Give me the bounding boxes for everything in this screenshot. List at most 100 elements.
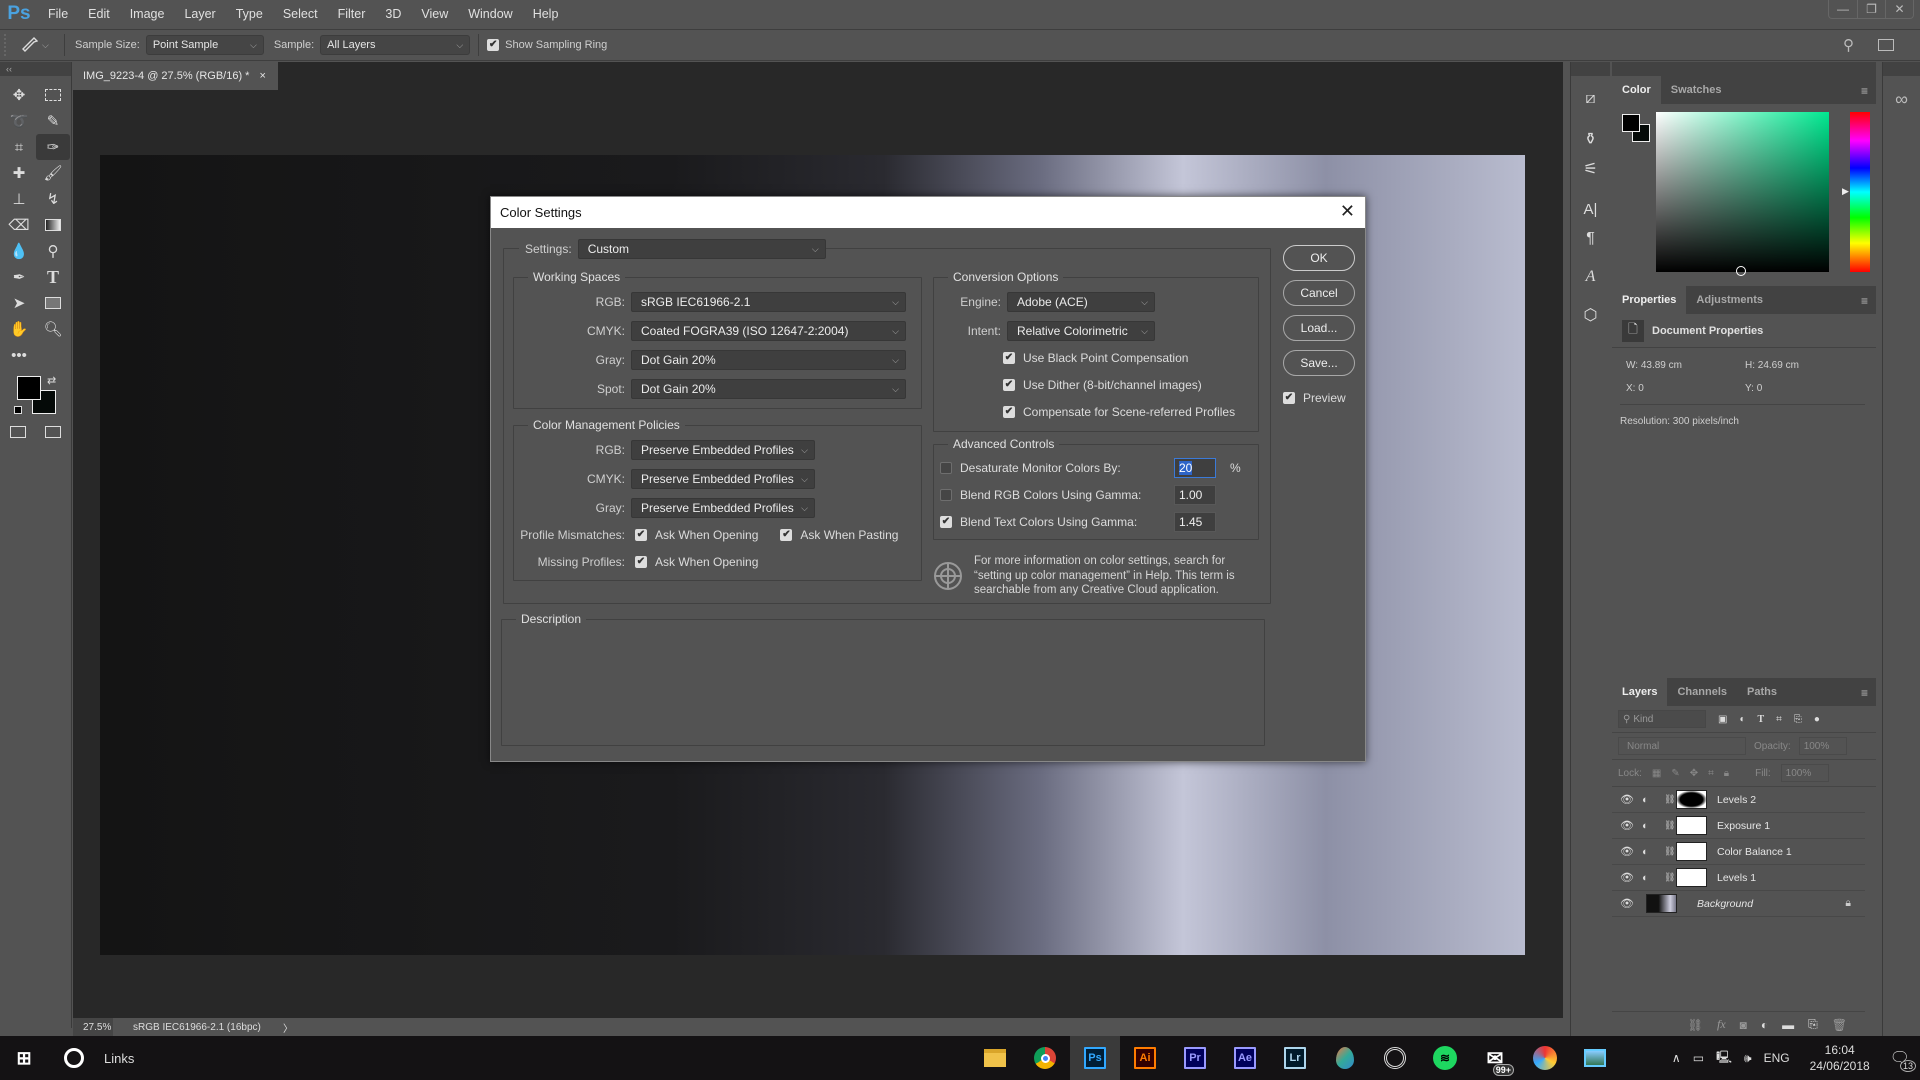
- brush-settings-icon[interactable]: ⚟: [1571, 154, 1610, 184]
- restore-button[interactable]: ❐: [1857, 0, 1885, 18]
- more-tools-icon[interactable]: •••: [2, 342, 36, 368]
- policy-cmyk-select[interactable]: Preserve Embedded Profiles ⌵: [631, 469, 815, 489]
- app-icon[interactable]: [1370, 1036, 1420, 1080]
- scene-referred-option[interactable]: ✔ Compensate for Scene-referred Profiles: [1003, 405, 1235, 419]
- sample-size-select[interactable]: Point Sample ⌵: [145, 35, 264, 55]
- search-icon[interactable]: ⚲: [1843, 36, 1854, 54]
- hue-slider-handle[interactable]: ▶: [1842, 186, 1849, 197]
- mail-icon[interactable]: ✉ 99+: [1470, 1036, 1520, 1080]
- menu-3d[interactable]: 3D: [375, 7, 411, 21]
- tray-expand-icon[interactable]: ∧: [1672, 1051, 1681, 1065]
- lock-position-icon[interactable]: ✥: [1690, 768, 1698, 779]
- creative-cloud-libraries-icon[interactable]: ∞: [1883, 84, 1920, 114]
- layer-mask-thumbnail[interactable]: [1676, 790, 1707, 809]
- filter-toggle-icon[interactable]: ●: [1814, 714, 1820, 725]
- blend-rgb-input[interactable]: 1.00: [1174, 485, 1216, 505]
- quick-selection-tool-icon[interactable]: ✎: [36, 108, 70, 134]
- settings-select[interactable]: Custom ⌵: [577, 239, 826, 259]
- blend-rgb-option[interactable]: Blend RGB Colors Using Gamma:: [940, 488, 1174, 502]
- mismatch-paste-option[interactable]: ✔ Ask When Pasting: [780, 528, 898, 542]
- crop-tool-icon[interactable]: ⌗: [2, 134, 36, 160]
- ws-gray-select[interactable]: Dot Gain 20% ⌵: [631, 350, 906, 370]
- sample-select[interactable]: All Layers ⌵: [320, 35, 471, 55]
- history-panel-icon[interactable]: ⧄: [1571, 84, 1610, 114]
- menu-edit[interactable]: Edit: [78, 7, 120, 21]
- delete-layer-icon[interactable]: 🗑︎: [1832, 1018, 1847, 1032]
- menu-view[interactable]: View: [411, 7, 458, 21]
- opacity-input[interactable]: 100%: [1798, 737, 1847, 755]
- add-mask-icon[interactable]: ◙: [1740, 1018, 1747, 1032]
- filter-smart-object-icon[interactable]: ⎘: [1794, 714, 1802, 725]
- photos-app-icon[interactable]: [1570, 1036, 1620, 1080]
- link-icon[interactable]: ⛓: [1664, 846, 1676, 857]
- lock-pixels-icon[interactable]: ✎: [1671, 768, 1679, 779]
- desaturate-input[interactable]: 20: [1174, 458, 1216, 478]
- premiere-taskbar-icon[interactable]: Pr: [1170, 1036, 1220, 1080]
- photoshop-taskbar-icon[interactable]: Ps: [1070, 1036, 1120, 1080]
- close-window-button[interactable]: ✕: [1885, 0, 1913, 18]
- lasso-tool-icon[interactable]: ➰: [2, 108, 36, 134]
- gradient-tool-icon[interactable]: [36, 212, 70, 238]
- zoom-tool-icon[interactable]: 🔍︎: [36, 316, 70, 342]
- lock-icon[interactable]: 🔒︎: [1845, 897, 1851, 910]
- hand-tool-icon[interactable]: ✋: [2, 316, 36, 342]
- eyedropper-tool-icon[interactable]: ✑: [36, 134, 70, 160]
- new-layer-icon[interactable]: ⎘: [1808, 1017, 1818, 1032]
- hue-slider[interactable]: [1850, 112, 1870, 272]
- mismatch-open-checkbox[interactable]: ✔: [635, 529, 647, 541]
- layer-row[interactable]: 👁 ◐ ⛓ Levels 1: [1612, 865, 1865, 891]
- tab-channels[interactable]: Channels: [1667, 678, 1737, 706]
- filter-shape-icon[interactable]: ⌗: [1776, 714, 1782, 725]
- 3d-panel-icon[interactable]: ⬡: [1571, 300, 1610, 330]
- illustrator-taskbar-icon[interactable]: Ai: [1120, 1036, 1170, 1080]
- tab-adjustments[interactable]: Adjustments: [1686, 286, 1773, 314]
- desaturate-checkbox[interactable]: [940, 462, 952, 474]
- brush-tool-icon[interactable]: 🖌: [36, 160, 70, 186]
- marquee-tool-icon[interactable]: [36, 82, 70, 108]
- mismatch-open-option[interactable]: ✔ Ask When Opening: [635, 528, 758, 542]
- link-icon[interactable]: ⛓: [1664, 794, 1676, 805]
- link-icon[interactable]: ⛓: [1664, 820, 1676, 831]
- visibility-eye-icon[interactable]: 👁: [1612, 871, 1642, 884]
- paragraph-panel-icon[interactable]: ¶: [1571, 224, 1610, 254]
- file-explorer-icon[interactable]: [970, 1036, 1020, 1080]
- foreground-color-swatch[interactable]: [17, 376, 41, 400]
- layer-row[interactable]: 👁 Background 🔒︎: [1612, 891, 1865, 917]
- intent-select[interactable]: Relative Colorimetric ⌵: [1007, 321, 1155, 341]
- tab-color[interactable]: Color: [1612, 76, 1661, 104]
- move-tool-icon[interactable]: ✥: [2, 82, 36, 108]
- blur-tool-icon[interactable]: 💧: [2, 238, 36, 264]
- path-selection-tool-icon[interactable]: ➤: [2, 290, 36, 316]
- panel-menu-icon[interactable]: ≡: [1861, 686, 1868, 700]
- glyphs-panel-icon[interactable]: A: [1571, 262, 1610, 292]
- menu-help[interactable]: Help: [523, 7, 569, 21]
- spotify-icon[interactable]: ≋: [1420, 1036, 1470, 1080]
- visibility-eye-icon[interactable]: 👁: [1612, 897, 1642, 910]
- dodge-tool-icon[interactable]: ⚲: [36, 238, 70, 264]
- dither-option[interactable]: ✔ Use Dither (8-bit/channel images): [1003, 378, 1202, 392]
- chrome-icon[interactable]: [1020, 1036, 1070, 1080]
- menu-layer[interactable]: Layer: [174, 7, 225, 21]
- new-group-icon[interactable]: ▬: [1782, 1018, 1794, 1032]
- rectangle-tool-icon[interactable]: [36, 290, 70, 316]
- missing-open-option[interactable]: ✔ Ask When Opening: [635, 555, 758, 569]
- filter-adjustment-icon[interactable]: ◐: [1739, 714, 1745, 725]
- swap-colors-icon[interactable]: ⇄: [47, 374, 56, 387]
- taskbar-search-text[interactable]: Links: [104, 1051, 134, 1066]
- history-brush-tool-icon[interactable]: ↯: [36, 186, 70, 212]
- pen-tool-icon[interactable]: ✒: [2, 264, 36, 290]
- layer-mask-thumbnail[interactable]: [1676, 842, 1707, 861]
- policy-rgb-select[interactable]: Preserve Embedded Profiles ⌵: [631, 440, 815, 460]
- layer-row[interactable]: 👁 ◐ ⛓ Exposure 1: [1612, 813, 1865, 839]
- desaturate-option[interactable]: Desaturate Monitor Colors By:: [940, 461, 1174, 475]
- dither-checkbox[interactable]: ✔: [1003, 379, 1015, 391]
- blend-text-checkbox[interactable]: ✔: [940, 516, 952, 528]
- windows-start-icon[interactable]: ⊞: [0, 1036, 48, 1080]
- black-point-option[interactable]: ✔ Use Black Point Compensation: [1003, 351, 1188, 365]
- grip-handle[interactable]: [4, 34, 12, 56]
- menu-filter[interactable]: Filter: [328, 7, 376, 21]
- tab-properties[interactable]: Properties: [1612, 286, 1687, 314]
- tab-paths[interactable]: Paths: [1737, 678, 1787, 706]
- close-dialog-icon[interactable]: ✕: [1340, 201, 1355, 222]
- cancel-button[interactable]: Cancel: [1283, 280, 1355, 306]
